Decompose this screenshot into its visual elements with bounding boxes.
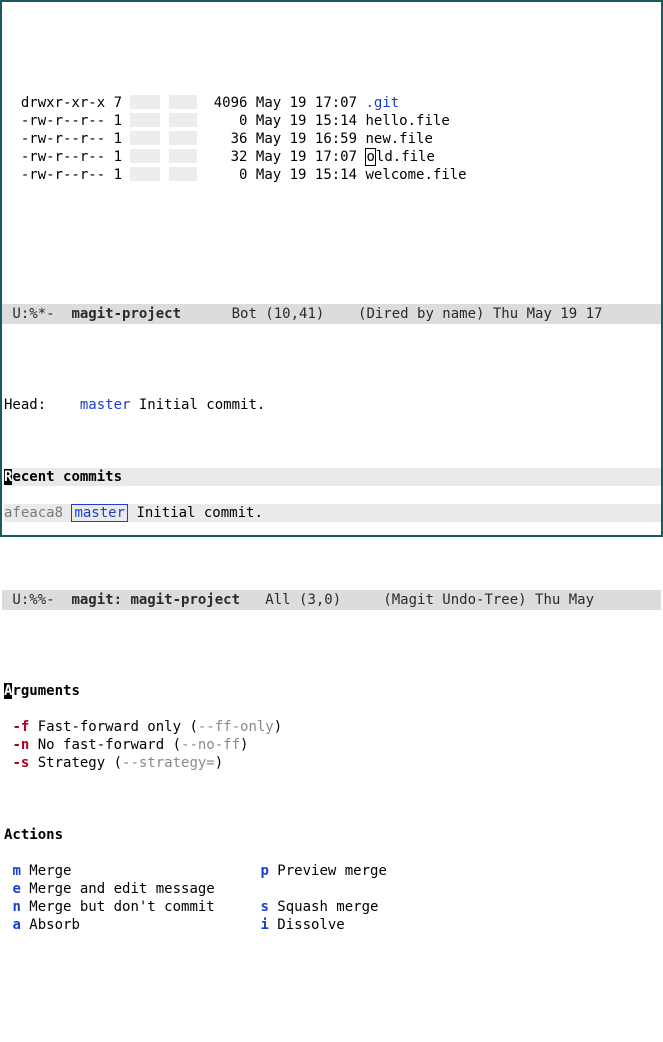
arg-flag: --strategy= [122, 755, 215, 771]
file-date: May 19 15:14 [256, 113, 366, 129]
arg-key: -s [12, 755, 29, 771]
group-redacted [169, 149, 197, 163]
magit-head-line: Head: master Initial commit. [4, 396, 661, 414]
action-key: a [12, 917, 20, 933]
head-label: Head: [4, 397, 80, 413]
recent-header-text: ecent commits [12, 469, 122, 485]
file-name[interactable]: old.file [365, 149, 434, 165]
dired-row[interactable]: -rw-r--r-- 1 0 May 19 15:14 welcome.file [4, 166, 661, 184]
action-row[interactable]: e Merge and edit message [4, 880, 252, 898]
file-name[interactable]: hello.file [365, 113, 449, 129]
group-redacted [169, 167, 197, 181]
action-row[interactable]: m Merge [4, 862, 252, 880]
owner-redacted [130, 95, 160, 109]
file-perms: -rw-r--r-- 1 [21, 113, 131, 129]
commit-row[interactable]: afeaca8 master Initial commit. [4, 504, 661, 522]
merge-popup-pane: Arguments -f Fast-forward only (--ff-onl… [2, 664, 661, 952]
arg-close: ) [240, 737, 248, 753]
action-label: Merge and edit message [21, 881, 215, 897]
modeline-left: U:%%- [4, 592, 71, 608]
commit-hash: afeaca8 [4, 505, 71, 521]
file-date: May 19 16:59 [256, 131, 366, 147]
dired-row[interactable]: -rw-r--r-- 1 36 May 19 16:59 new.file [4, 130, 661, 148]
head-ref[interactable]: master [80, 397, 131, 413]
action-key: s [260, 899, 268, 915]
file-size: 32 [205, 149, 256, 165]
action-row[interactable]: n Merge but don't commit [4, 898, 252, 916]
action-row[interactable]: p Preview merge [252, 862, 387, 880]
file-date: May 19 17:07 [256, 95, 366, 111]
group-redacted [169, 131, 197, 145]
action-label: Absorb [21, 917, 80, 933]
owner-redacted [130, 113, 160, 127]
commit-msg: Initial commit. [128, 505, 263, 521]
arg-label: Fast-forward only ( [29, 719, 198, 735]
action-key: p [260, 863, 268, 879]
file-name[interactable]: new.file [365, 131, 432, 147]
file-perms: -rw-r--r-- 1 [21, 149, 131, 165]
file-name[interactable]: welcome.file [365, 167, 466, 183]
arguments-header: Arguments [4, 682, 661, 700]
file-perms: -rw-r--r-- 1 [21, 131, 131, 147]
action-label: Dissolve [269, 917, 345, 933]
action-label: Merge but don't commit [21, 899, 215, 915]
recent-commits-header[interactable]: Recent commits [4, 468, 661, 486]
cursor: o [365, 148, 375, 166]
action-row[interactable]: i Dissolve [252, 916, 387, 934]
argument-row[interactable]: -n No fast-forward (--no-ff) [4, 736, 661, 754]
owner-redacted [130, 131, 160, 145]
action-label: Squash merge [269, 899, 379, 915]
file-size: 0 [205, 113, 256, 129]
action-key: e [12, 881, 20, 897]
file-size: 0 [205, 167, 256, 183]
modeline-dired: U:%*- magit-project Bot (10,41) (Dired b… [2, 304, 661, 324]
arg-key: -f [12, 719, 29, 735]
argument-row[interactable]: -f Fast-forward only (--ff-only) [4, 718, 661, 736]
modeline-buffer: magit: magit-project [71, 592, 240, 608]
arg-label: No fast-forward ( [29, 737, 181, 753]
arg-close: ) [215, 755, 223, 771]
file-size: 4096 [205, 95, 256, 111]
dired-row[interactable]: -rw-r--r-- 1 32 May 19 17:07 old.file [4, 148, 661, 166]
head-msg: Initial commit. [130, 397, 265, 413]
modeline-mid: Bot (10,41) (Dired by name) Thu May 19 1… [181, 306, 602, 322]
modeline-mid: All (3,0) (Magit Undo-Tree) Thu May [240, 592, 602, 608]
action-label: Preview merge [269, 863, 387, 879]
arg-flag: --ff-only [198, 719, 274, 735]
dired-row[interactable]: -rw-r--r-- 1 0 May 19 15:14 hello.file [4, 112, 661, 130]
arguments-header-text: rguments [12, 683, 79, 699]
action-row[interactable]: s Squash merge [252, 898, 387, 916]
arg-flag: --no-ff [181, 737, 240, 753]
cursor: A [4, 683, 12, 699]
file-size: 36 [205, 131, 256, 147]
arg-close: ) [274, 719, 282, 735]
action-key: i [260, 917, 268, 933]
owner-redacted [130, 149, 160, 163]
commit-ref[interactable]: master [71, 504, 128, 522]
file-perms: -rw-r--r-- 1 [21, 167, 131, 183]
modeline-left: U:%*- [4, 306, 71, 322]
magit-status-pane: Head: master Initial commit. Recent comm… [2, 378, 661, 536]
actions-header: Actions [4, 826, 661, 844]
dired-row[interactable]: drwxr-xr-x 7 4096 May 19 17:07 .git [4, 94, 661, 112]
argument-row[interactable]: -s Strategy (--strategy=) [4, 754, 661, 772]
file-name[interactable]: .git [365, 95, 399, 111]
group-redacted [169, 95, 197, 109]
action-label: Merge [21, 863, 72, 879]
group-redacted [169, 113, 197, 127]
action-row [252, 880, 387, 898]
file-date: May 19 15:14 [256, 167, 366, 183]
action-row[interactable]: a Absorb [4, 916, 252, 934]
dired-pane: drwxr-xr-x 7 4096 May 19 17:07 .git -rw-… [2, 92, 661, 250]
owner-redacted [130, 167, 160, 181]
arg-key: -n [12, 737, 29, 753]
modeline-magit: U:%%- magit: magit-project All (3,0) (Ma… [2, 590, 661, 610]
action-label [260, 881, 268, 897]
modeline-buffer: magit-project [71, 306, 181, 322]
arg-label: Strategy ( [29, 755, 122, 771]
file-date: May 19 17:07 [256, 149, 366, 165]
action-key: m [12, 863, 20, 879]
file-perms: drwxr-xr-x 7 [21, 95, 131, 111]
action-key: n [12, 899, 20, 915]
